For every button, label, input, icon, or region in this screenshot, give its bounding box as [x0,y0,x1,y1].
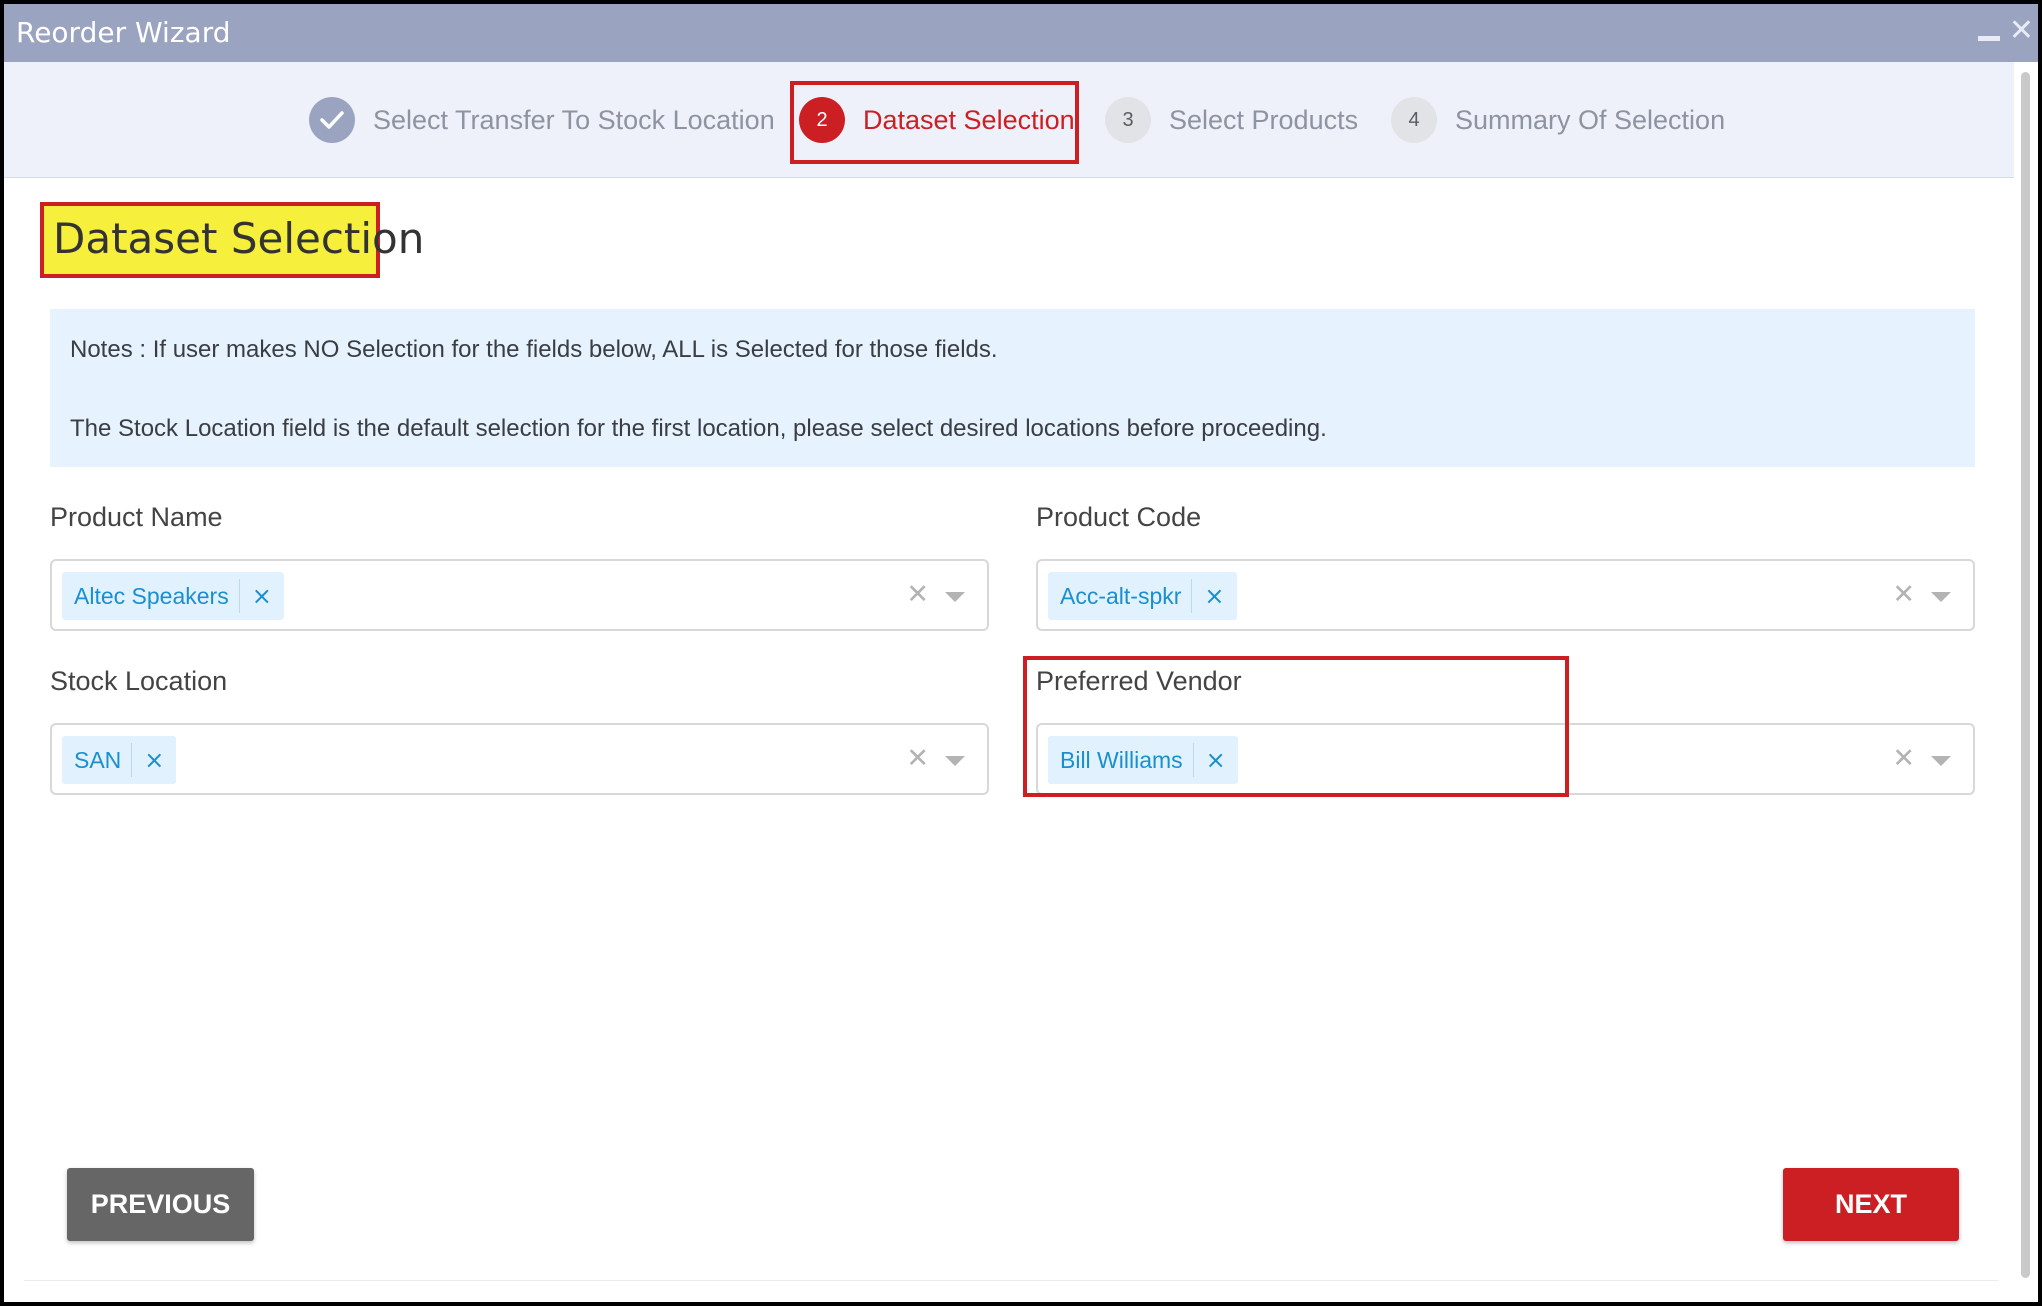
clear-icon[interactable]: ✕ [906,579,929,610]
reorder-wizard-window: Reorder Wizard ✕ Select Transfer To Stoc… [0,0,2042,1306]
window-title: Reorder Wizard [16,16,231,49]
step-select-transfer-location[interactable]: Select Transfer To Stock Location [309,62,775,178]
title-bar: Reorder Wizard ✕ [4,4,2038,62]
notes-line-2: The Stock Location field is the default … [70,415,1327,442]
product-name-select[interactable]: Altec Speakers × ✕ [50,559,989,631]
chip-label: SAN [74,746,122,773]
clear-icon[interactable]: ✕ [906,743,929,774]
close-icon[interactable]: ✕ [2009,16,2034,46]
notes-panel: Notes : If user makes NO Selection for t… [50,309,1975,467]
stock-location-select[interactable]: SAN × ✕ [50,723,989,795]
step-label: Select Transfer To Stock Location [373,104,775,135]
step-summary-of-selection[interactable]: 4 Summary Of Selection [1391,62,1725,178]
step-select-products[interactable]: 3 Select Products [1105,62,1358,178]
product-name-chip: Altec Speakers × [62,572,284,620]
clear-icon[interactable]: ✕ [1892,579,1915,610]
chevron-down-icon[interactable] [945,756,965,766]
remove-chip-icon[interactable]: × [132,746,176,774]
step-label: Select Products [1169,104,1359,135]
next-button[interactable]: NEXT [1783,1168,1959,1241]
stock-location-chip: SAN × [62,736,177,784]
product-code-chip: Acc-alt-spkr × [1048,572,1237,620]
preferred-vendor-highlight-box [1023,656,1569,797]
chevron-down-icon[interactable] [1931,592,1951,602]
step-label: Summary Of Selection [1455,104,1726,135]
product-code-select[interactable]: Acc-alt-spkr × ✕ [1036,559,1975,631]
notes-line-1: Notes : If user makes NO Selection for t… [70,336,998,363]
page-title: Dataset Selection [53,214,425,263]
product-code-label: Product Code [1036,502,1202,532]
stock-location-label: Stock Location [50,666,228,696]
previous-button[interactable]: PREVIOUS [67,1168,254,1241]
scrollbar-thumb[interactable] [2021,72,2030,1278]
chevron-down-icon[interactable] [945,592,965,602]
step-number: 4 [1391,97,1437,143]
minimize-icon[interactable] [1978,22,2000,41]
product-name-label: Product Name [50,502,223,532]
clear-icon[interactable]: ✕ [1892,743,1915,774]
step-number: 3 [1105,97,1151,143]
checkmark-icon [309,97,355,143]
footer-divider [24,1280,1998,1281]
chip-label: Acc-alt-spkr [1060,582,1182,609]
chip-label: Altec Speakers [74,582,229,609]
chevron-down-icon[interactable] [1931,756,1951,766]
vertical-scrollbar[interactable] [2014,62,2038,1302]
page-title-highlight: Dataset Selection [40,202,424,278]
active-step-highlight-box [790,81,1079,164]
remove-chip-icon[interactable]: × [1192,582,1236,610]
remove-chip-icon[interactable]: × [240,582,284,610]
